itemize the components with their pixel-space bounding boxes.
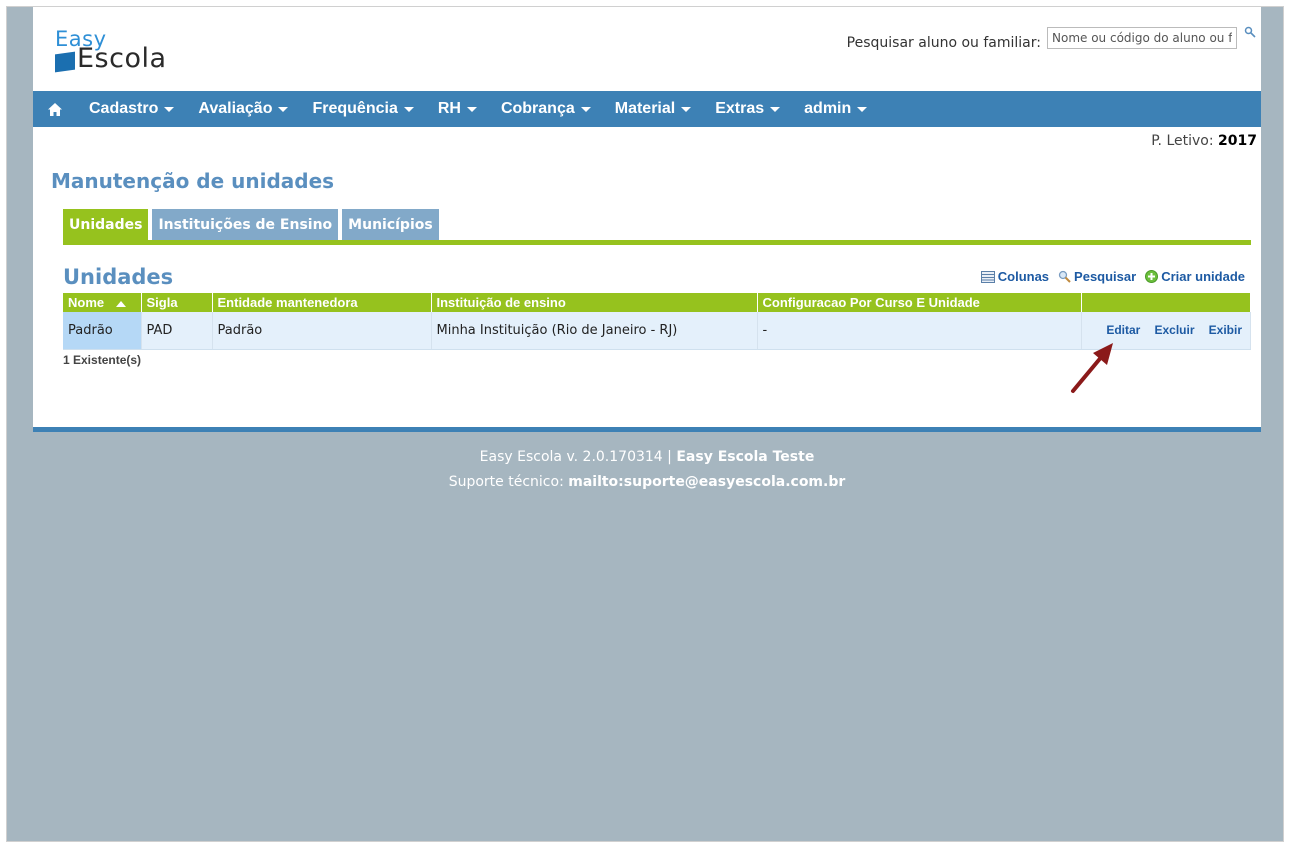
- nav-item-admin[interactable]: admin: [792, 91, 879, 127]
- column-header-instituicao[interactable]: Instituição de ensino: [431, 293, 758, 312]
- period-value[interactable]: 2017: [1218, 133, 1257, 149]
- nav-label-avaliacao: Avaliação: [198, 100, 273, 117]
- logo-text-escola: Escola: [77, 43, 167, 74]
- columns-button[interactable]: Colunas: [980, 269, 1050, 284]
- period-label: P. Letivo:: [1151, 133, 1214, 149]
- chevron-down-icon: [164, 106, 175, 112]
- column-header-configuracao[interactable]: Configuracao Por Curso E Unidade: [757, 293, 1082, 312]
- search-input[interactable]: [1047, 27, 1237, 49]
- table-header-row: Nome Sigla Entidade mantenedora Institui…: [63, 293, 1251, 312]
- section-title: Unidades: [63, 265, 174, 289]
- cell-instituicao: Minha Instituição (Rio de Janeiro - RJ): [431, 312, 758, 350]
- tab-instituicoes-de-ensino[interactable]: Instituições de Ensino: [152, 209, 339, 241]
- support-email-link[interactable]: mailto:suporte@easyescola.com.br: [568, 474, 845, 490]
- nav-item-extras[interactable]: Extras: [703, 91, 792, 127]
- annotation-arrow-icon: [1071, 343, 1113, 393]
- view-link[interactable]: Exibir: [1209, 323, 1242, 337]
- delete-link[interactable]: Excluir: [1154, 323, 1194, 337]
- nav-item-avaliacao[interactable]: Avaliação: [186, 91, 300, 127]
- nav-label-admin: admin: [804, 100, 852, 117]
- column-header-nome[interactable]: Nome: [63, 293, 142, 312]
- chevron-down-icon: [278, 106, 289, 112]
- window-frame: Easy Escola Pesquisar aluno ou familiar:…: [6, 6, 1284, 842]
- search-icon[interactable]: [1244, 26, 1256, 38]
- tab-underline: [63, 240, 1251, 245]
- chevron-down-icon: [466, 106, 477, 112]
- nav-item-cadastro[interactable]: Cadastro: [77, 91, 186, 127]
- easy-escola-logo[interactable]: Easy Escola: [53, 27, 203, 75]
- footer-version-line: Easy Escola v. 2.0.170314 | Easy Escola …: [33, 445, 1261, 470]
- tab-municipios[interactable]: Municípios: [342, 209, 439, 241]
- column-header-entidade[interactable]: Entidade mantenedora: [212, 293, 432, 312]
- nav-item-frequencia[interactable]: Frequência: [300, 91, 425, 127]
- nav-label-cobranca: Cobrança: [500, 100, 575, 117]
- chevron-down-icon: [857, 106, 868, 112]
- column-header-sigla[interactable]: Sigla: [141, 293, 213, 312]
- create-unit-button[interactable]: Criar unidade: [1144, 269, 1245, 284]
- columns-label: Colunas: [997, 269, 1050, 284]
- magnifier-icon: [1057, 270, 1071, 283]
- nav-label-extras: Extras: [715, 100, 765, 117]
- home-icon[interactable]: [33, 91, 77, 127]
- footer-support-line: Suporte técnico: mailto:suporte@easyesco…: [33, 470, 1261, 495]
- nav-label-cadastro: Cadastro: [89, 100, 159, 117]
- main-nav: Cadastro Avaliação Frequência RH Cobranç…: [33, 91, 1261, 127]
- nav-label-material: Material: [614, 100, 676, 117]
- column-header-actions: [1081, 293, 1251, 312]
- page-bottom-bar: [33, 427, 1261, 432]
- nav-label-rh: RH: [437, 100, 461, 117]
- sort-ascending-icon: [116, 300, 127, 307]
- search-grid-label: Pesquisar: [1074, 269, 1137, 284]
- page-container: Easy Escola Pesquisar aluno ou familiar:…: [33, 7, 1261, 431]
- nav-item-rh[interactable]: RH: [426, 91, 489, 127]
- footer: Easy Escola v. 2.0.170314 | Easy Escola …: [33, 445, 1261, 495]
- columns-icon: [980, 270, 995, 283]
- nav-item-material[interactable]: Material: [603, 91, 703, 127]
- tab-unidades[interactable]: Unidades: [63, 209, 149, 241]
- grid-toolbar: Colunas Pesquisar Criar unidade: [973, 269, 1245, 284]
- edit-link[interactable]: Editar: [1106, 323, 1140, 337]
- tab-bar: Unidades Instituições de Ensino Municípi…: [63, 209, 443, 241]
- chevron-down-icon: [770, 106, 781, 112]
- academic-period: P. Letivo: 2017: [1151, 133, 1257, 149]
- logo-square-icon: [55, 51, 75, 73]
- search-label: Pesquisar aluno ou familiar:: [846, 35, 1041, 51]
- nav-item-cobranca[interactable]: Cobrança: [489, 91, 603, 127]
- create-unit-label: Criar unidade: [1161, 269, 1245, 284]
- footer-support-label: Suporte técnico:: [448, 474, 564, 490]
- cell-nome: Padrão: [63, 312, 142, 350]
- page-title: Manutenção de unidades: [51, 169, 335, 193]
- footer-version: Easy Escola v. 2.0.170314: [479, 449, 663, 465]
- footer-separator: |: [667, 449, 672, 465]
- footer-environment: Easy Escola Teste: [676, 449, 815, 465]
- chevron-down-icon: [580, 106, 591, 112]
- cell-configuracao: -: [757, 312, 1082, 350]
- cell-sigla: PAD: [141, 312, 213, 350]
- nav-label-frequencia: Frequência: [312, 100, 398, 117]
- chevron-down-icon: [403, 106, 414, 112]
- column-label: Nome: [68, 295, 105, 310]
- add-circle-icon: [1144, 270, 1158, 283]
- chevron-down-icon: [681, 106, 692, 112]
- search-grid-button[interactable]: Pesquisar: [1057, 269, 1136, 284]
- cell-entidade: Padrão: [212, 312, 432, 350]
- record-count: 1 Existente(s): [63, 353, 142, 367]
